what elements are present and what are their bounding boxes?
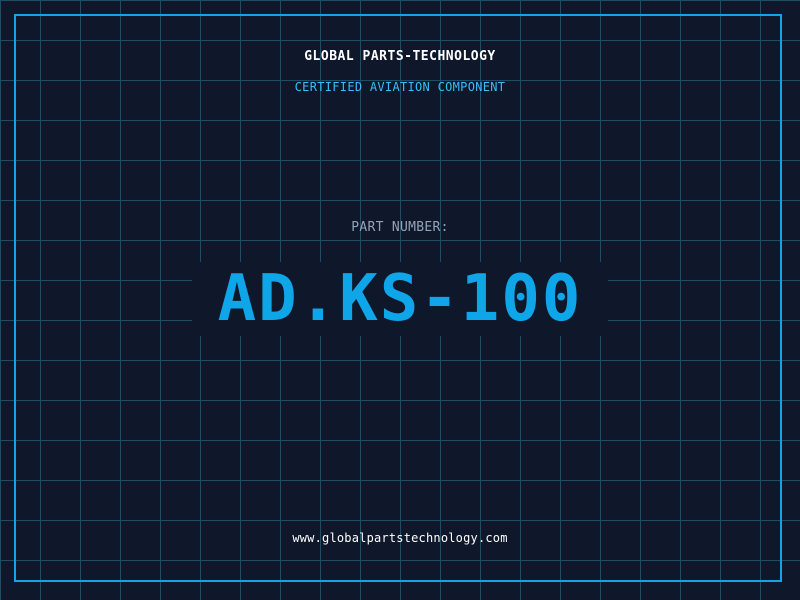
certification-tagline: CERTIFIED AVIATION COMPONENT [294,80,506,94]
company-name: GLOBAL PARTS-TECHNOLOGY [304,49,496,64]
part-number-value: AD.KS-100 [217,262,583,336]
part-number-label: PART NUMBER: [351,220,449,235]
part-label-card: GLOBAL PARTS-TECHNOLOGY CERTIFIED AVIATI… [0,0,800,600]
website-url: www.globalpartstechnology.com [292,531,508,545]
